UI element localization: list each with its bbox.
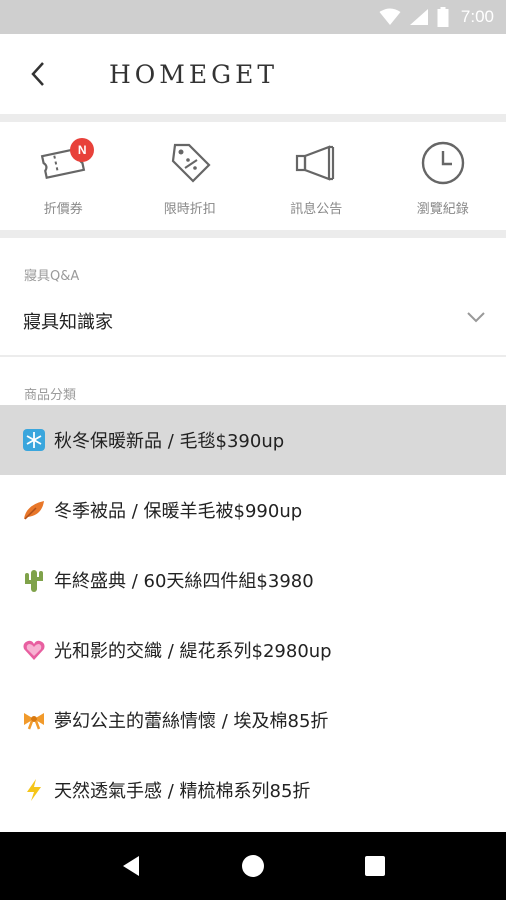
category-item[interactable]: 冬季被品 / 保暖羊毛被$990up [0,475,506,545]
coupon-label: 折價券 [43,202,83,217]
history-label: 瀏覽紀錄 [416,202,469,217]
circle-home-icon [242,855,264,877]
category-label: 夢幻公主的蕾絲情懷 / 埃及棉85折 [54,711,329,732]
chevron-down-icon [467,312,485,323]
battery-icon [437,7,449,27]
back-button[interactable] [0,34,78,114]
category-item[interactable]: 秋冬保暖新品 / 毛毯$390up [0,405,506,475]
app-header: HOMEGET [0,34,506,114]
triangle-back-icon [123,856,139,876]
coupon-button[interactable]: N 折價券 [0,122,127,230]
back-arrow-icon [31,62,44,86]
divider [0,114,506,122]
megaphone-icon [291,138,341,188]
navigation-bar [0,832,506,900]
status-bar: 7:00 [0,0,506,34]
discount-label: 限時折扣 [163,202,216,217]
clock-icon [418,138,468,188]
divider [0,230,506,238]
coupon-icon: N [38,138,95,188]
divider [0,355,506,357]
history-button[interactable]: 瀏覽紀錄 [380,122,506,230]
category-label: 冬季被品 / 保暖羊毛被$990up [54,501,303,522]
nav-home-button[interactable] [223,836,283,896]
category-item[interactable]: 光和影的交織 / 緹花系列$2980up [0,615,506,685]
category-label: 光和影的交織 / 緹花系列$2980up [54,641,332,662]
cactus-icon [22,568,46,592]
heart-icon [22,638,46,662]
category-section-heading: 商品分類 [24,388,77,403]
discount-tag-icon [165,138,215,188]
category-item[interactable]: 夢幻公主的蕾絲情懷 / 埃及棉85折 [0,685,506,755]
lightning-icon [22,778,46,802]
category-item[interactable]: 年終盛典 / 60天絲四件組$3980 [0,545,506,615]
announcement-button[interactable]: 訊息公告 [253,122,380,230]
knowledge-row[interactable]: 寢具知識家 [0,288,506,354]
category-label: 秋冬保暖新品 / 毛毯$390up [54,431,285,452]
status-time: 7:00 [460,7,494,26]
wifi-icon [379,8,401,25]
new-badge: N [70,138,95,162]
snowflake-icon [22,428,46,452]
category-item[interactable]: 天然透氣手感 / 精梳棉系列85折 [0,755,506,825]
nav-recents-button[interactable] [345,836,405,896]
nav-back-button[interactable] [101,836,161,896]
category-label: 年終盛典 / 60天絲四件組$3980 [54,571,314,592]
app-title: HOMEGET [109,60,279,89]
quick-actions: N 折價券 限時折扣 訊息公告 瀏覽紀錄 [0,122,506,230]
category-label: 天然透氣手感 / 精梳棉系列85折 [54,781,311,802]
announcement-label: 訊息公告 [290,202,343,217]
ribbon-icon [22,708,46,732]
category-list: 秋冬保暖新品 / 毛毯$390up 冬季被品 / 保暖羊毛被$990up 年終盛… [0,405,506,825]
signal-icon [409,9,428,25]
qa-section-heading: 寢具Q&A [24,269,80,284]
square-recents-icon [365,856,385,876]
leaf-icon [22,498,46,522]
knowledge-row-label: 寢具知識家 [23,312,113,333]
discount-button[interactable]: 限時折扣 [127,122,254,230]
